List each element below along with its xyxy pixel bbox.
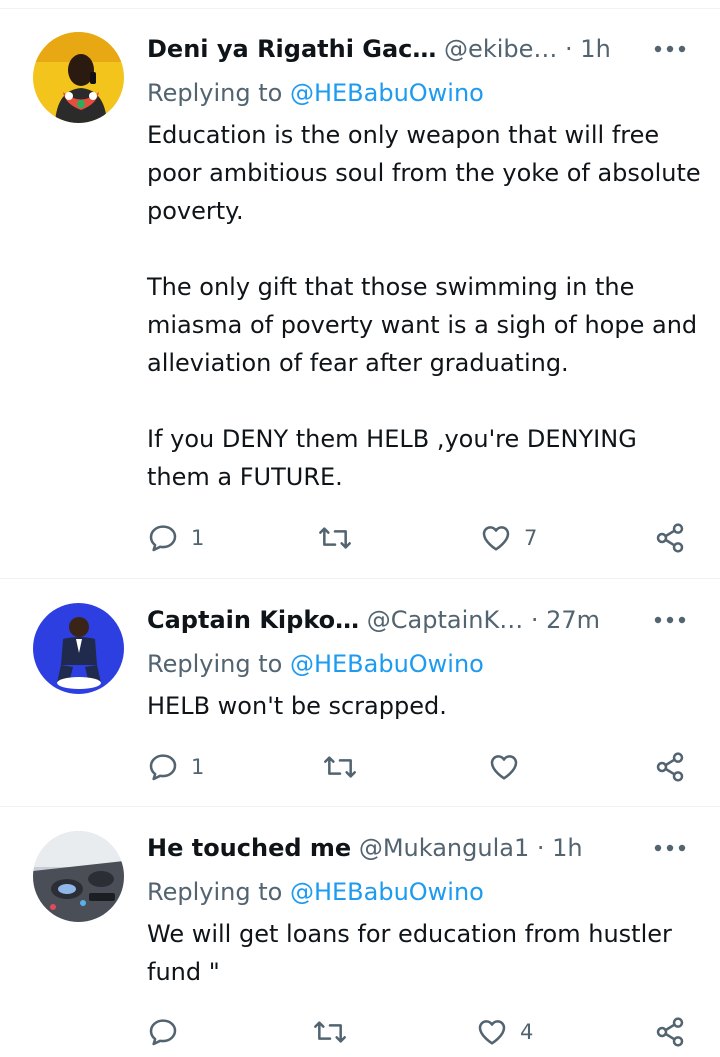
reply-button[interactable]: 1	[147, 747, 204, 787]
mention-link[interactable]: @HEBabuOwino	[290, 79, 484, 107]
user-handle[interactable]: @CaptainK…	[367, 606, 523, 634]
timestamp[interactable]: 27m	[546, 606, 600, 634]
tweet-header: Deni ya Rigathi Gac… @ekibe… · 1h	[147, 32, 720, 66]
replying-to-label: Replying to	[147, 650, 283, 678]
share-button[interactable]	[654, 518, 686, 558]
like-count: 4	[520, 1020, 534, 1044]
avatar[interactable]	[33, 603, 124, 694]
avatar[interactable]	[33, 831, 124, 922]
tweet-text: HELB won't be scrapped.	[147, 687, 707, 725]
tweet-paragraph: HELB won't be scrapped.	[147, 692, 447, 720]
retweet-button[interactable]	[322, 747, 370, 787]
replying-to-line: Replying to @HEBabuOwino	[147, 647, 484, 681]
retweet-button[interactable]	[317, 518, 365, 558]
like-count: 7	[524, 526, 538, 550]
user-handle[interactable]: @Mukangula1	[359, 834, 529, 862]
separator-dot: ·	[530, 606, 547, 634]
like-button[interactable]: 7	[480, 518, 537, 558]
display-name[interactable]: He touched me	[147, 834, 351, 862]
more-options-button[interactable]	[654, 603, 686, 637]
reply-icon	[149, 1019, 177, 1046]
more-dots-icon	[654, 844, 686, 852]
timestamp[interactable]: 1h	[552, 834, 582, 862]
action-bar: 1	[0, 747, 720, 787]
retweet-icon	[314, 1021, 346, 1043]
timestamp[interactable]: 1h	[580, 35, 610, 63]
reply-button[interactable]: 1	[147, 518, 204, 558]
action-bar: 4	[0, 1012, 720, 1052]
tweet-header: He touched me @Mukangula1 · 1h	[147, 831, 720, 865]
share-icon	[656, 752, 684, 782]
heart-icon	[478, 1020, 506, 1045]
tweet-paragraph: The only gift that those swimming in the…	[147, 273, 698, 377]
retweet-icon	[324, 756, 356, 778]
more-options-button[interactable]	[654, 32, 686, 66]
share-icon	[656, 1017, 684, 1047]
replying-to-label: Replying to	[147, 79, 283, 107]
more-dots-icon	[654, 616, 686, 624]
replying-to-label: Replying to	[147, 878, 283, 906]
heart-icon	[490, 755, 518, 780]
share-icon	[656, 523, 684, 553]
separator-dot: ·	[565, 35, 581, 63]
reply-icon	[149, 525, 177, 552]
retweet-icon	[319, 527, 351, 549]
reply-button[interactable]	[147, 1012, 191, 1052]
tweet-text: We will get loans for education from hus…	[147, 915, 707, 991]
replying-to-line: Replying to @HEBabuOwino	[147, 76, 484, 110]
reply-count: 1	[191, 526, 205, 550]
avatar[interactable]	[33, 32, 124, 123]
separator-dot: ·	[536, 834, 553, 862]
tweet-header: Captain Kipko… @CaptainK… · 27m	[147, 603, 720, 637]
display-name[interactable]: Deni ya Rigathi Gac…	[147, 35, 436, 63]
display-name[interactable]: Captain Kipko…	[147, 606, 359, 634]
like-button[interactable]: 4	[476, 1012, 533, 1052]
mention-link[interactable]: @HEBabuOwino	[290, 878, 484, 906]
share-button[interactable]	[654, 1012, 686, 1052]
like-button[interactable]	[488, 747, 532, 787]
tweet-text: Education is the only weapon that will f…	[147, 116, 707, 496]
reply-icon	[149, 754, 177, 781]
mention-link[interactable]: @HEBabuOwino	[290, 650, 484, 678]
retweet-button[interactable]	[312, 1012, 360, 1052]
top-divider	[0, 8, 720, 9]
action-bar: 1 7	[0, 518, 720, 558]
more-options-button[interactable]	[654, 831, 686, 865]
tweet-paragraph: If you DENY them HELB ,you're DENYING th…	[147, 425, 637, 491]
reply-count: 1	[191, 755, 205, 779]
user-handle[interactable]: @ekibe…	[444, 35, 557, 63]
replying-to-line: Replying to @HEBabuOwino	[147, 875, 484, 909]
heart-icon	[482, 526, 510, 551]
tweet-paragraph: We will get loans for education from hus…	[147, 920, 672, 986]
tweet-divider	[0, 578, 720, 579]
tweet-divider	[0, 806, 720, 807]
more-dots-icon	[654, 45, 686, 53]
tweet-paragraph: Education is the only weapon that will f…	[147, 121, 701, 225]
share-button[interactable]	[654, 747, 686, 787]
